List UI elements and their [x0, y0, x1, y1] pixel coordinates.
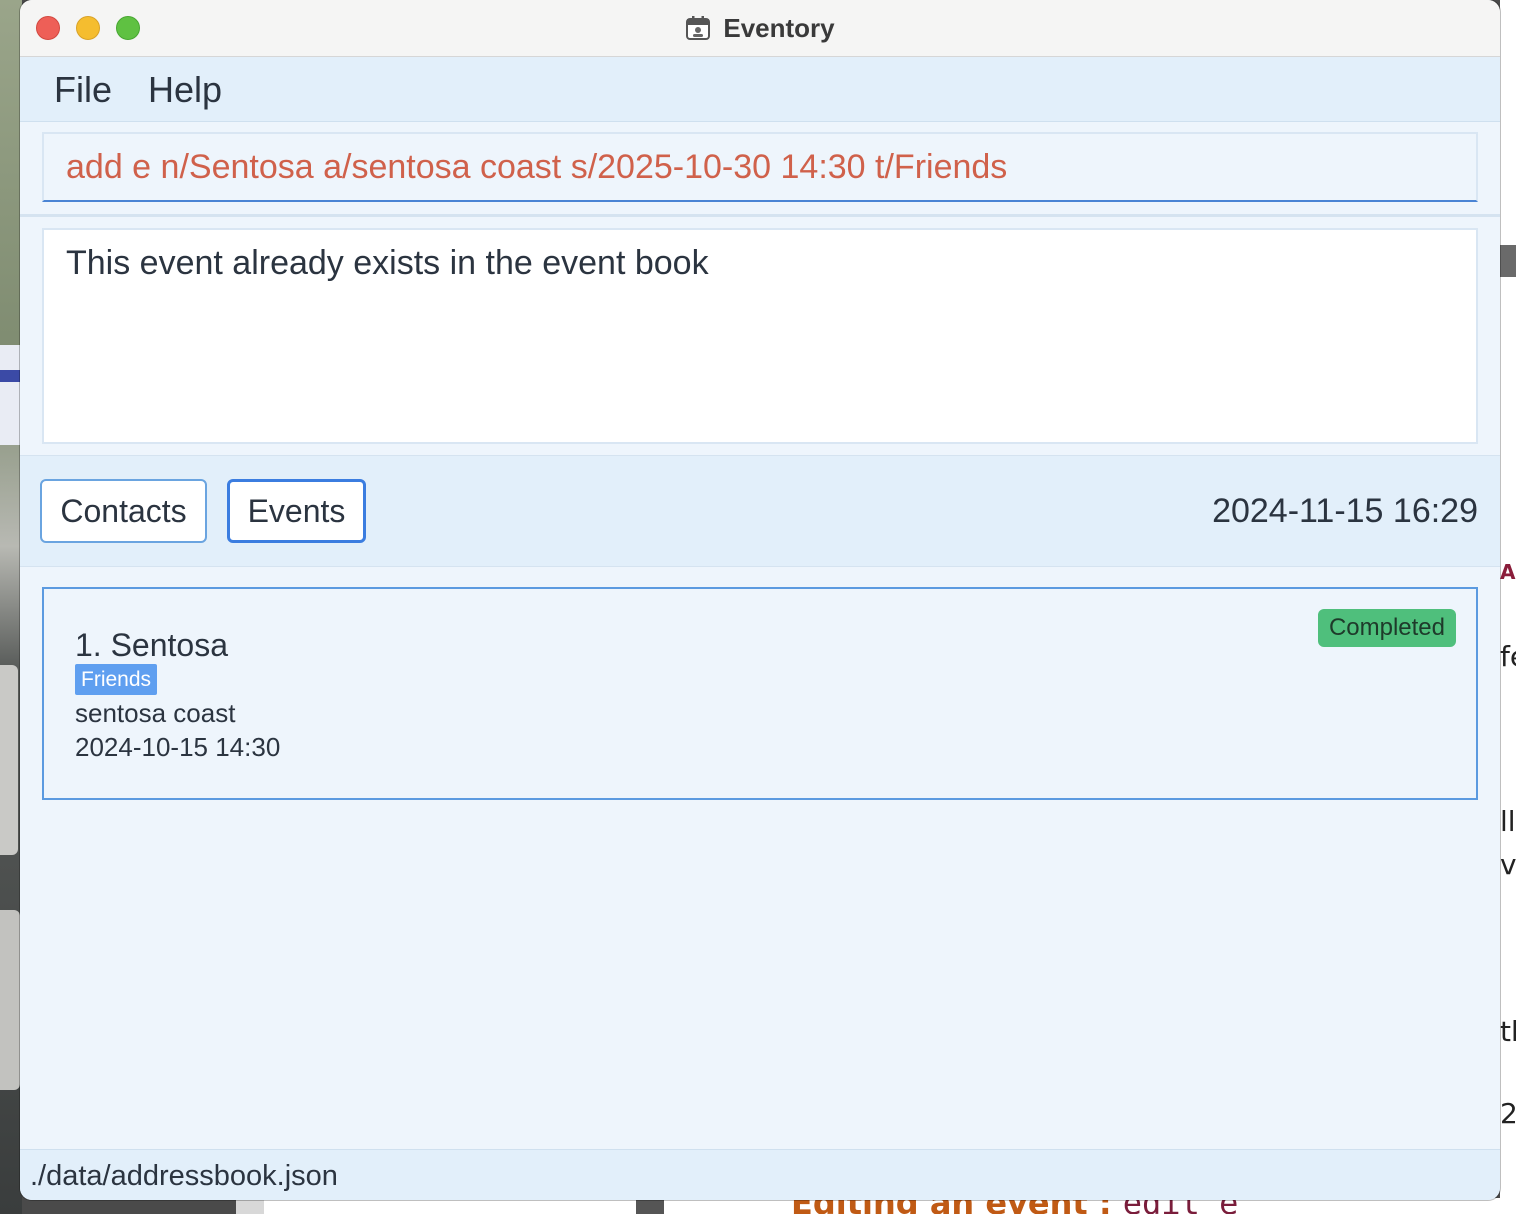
background-fragment [636, 1198, 664, 1214]
window-title-group: Eventory [20, 10, 1500, 46]
background-text-fragment: fe [1500, 640, 1516, 673]
tab-bar: Contacts Events 2024-11-15 16:29 [20, 455, 1500, 568]
background-window-right: AD fe ll vit th 2n [1500, 0, 1516, 1214]
title-bar[interactable]: Eventory [20, 0, 1500, 57]
menu-bar: File Help [20, 57, 1500, 122]
background-text-fragment: vit [1500, 848, 1516, 881]
background-text-fragment: AD [1500, 560, 1516, 584]
result-display[interactable]: This event already exists in the event b… [42, 228, 1478, 444]
event-address: sentosa coast [75, 698, 236, 728]
background-fragment [236, 1198, 264, 1214]
background-document-fragment [0, 665, 18, 855]
status-bar: ./data/addressbook.json [20, 1149, 1500, 1200]
background-window-fragment [0, 345, 22, 445]
background-window-bottom: Editing an event : edit e [236, 1184, 1500, 1214]
background-scrollbar-fragment [1500, 245, 1516, 277]
event-name: 1. Sentosa [75, 627, 228, 663]
result-message: This event already exists in the event b… [66, 244, 709, 282]
command-area: add e n/Sentosa a/sentosa coast s/2025-1… [20, 122, 1500, 217]
event-list: 1. Sentosa Friends sentosa coast 2024-10… [20, 567, 1500, 1149]
desktop-background-left [0, 0, 22, 1214]
menu-help[interactable]: Help [148, 69, 222, 111]
background-text-fragment: 2n [1500, 1097, 1516, 1130]
background-text-fragment: ll [1500, 805, 1516, 838]
app-window: Eventory File Help add e n/Sentosa a/sen… [20, 0, 1500, 1200]
event-card[interactable]: 1. Sentosa Friends sentosa coast 2024-10… [42, 587, 1478, 800]
command-input-text: add e n/Sentosa a/sentosa coast s/2025-1… [66, 148, 1008, 186]
tab-contacts[interactable]: Contacts [40, 479, 207, 543]
result-area: This event already exists in the event b… [20, 217, 1500, 455]
command-input[interactable]: add e n/Sentosa a/sentosa coast s/2025-1… [42, 132, 1478, 202]
data-file-path: ./data/addressbook.json [30, 1160, 338, 1192]
event-datetime: 2024-10-15 14:30 [75, 732, 281, 762]
background-text-fragment: th [1500, 1015, 1516, 1048]
current-datetime: 2024-11-15 16:29 [1212, 492, 1478, 530]
event-tag: Friends [75, 664, 158, 695]
status-badge: Completed [1317, 609, 1456, 647]
calendar-icon [685, 15, 711, 41]
window-title: Eventory [723, 12, 835, 43]
menu-file[interactable]: File [54, 69, 112, 111]
background-document-fragment [0, 910, 20, 1090]
tab-events[interactable]: Events [227, 479, 366, 543]
